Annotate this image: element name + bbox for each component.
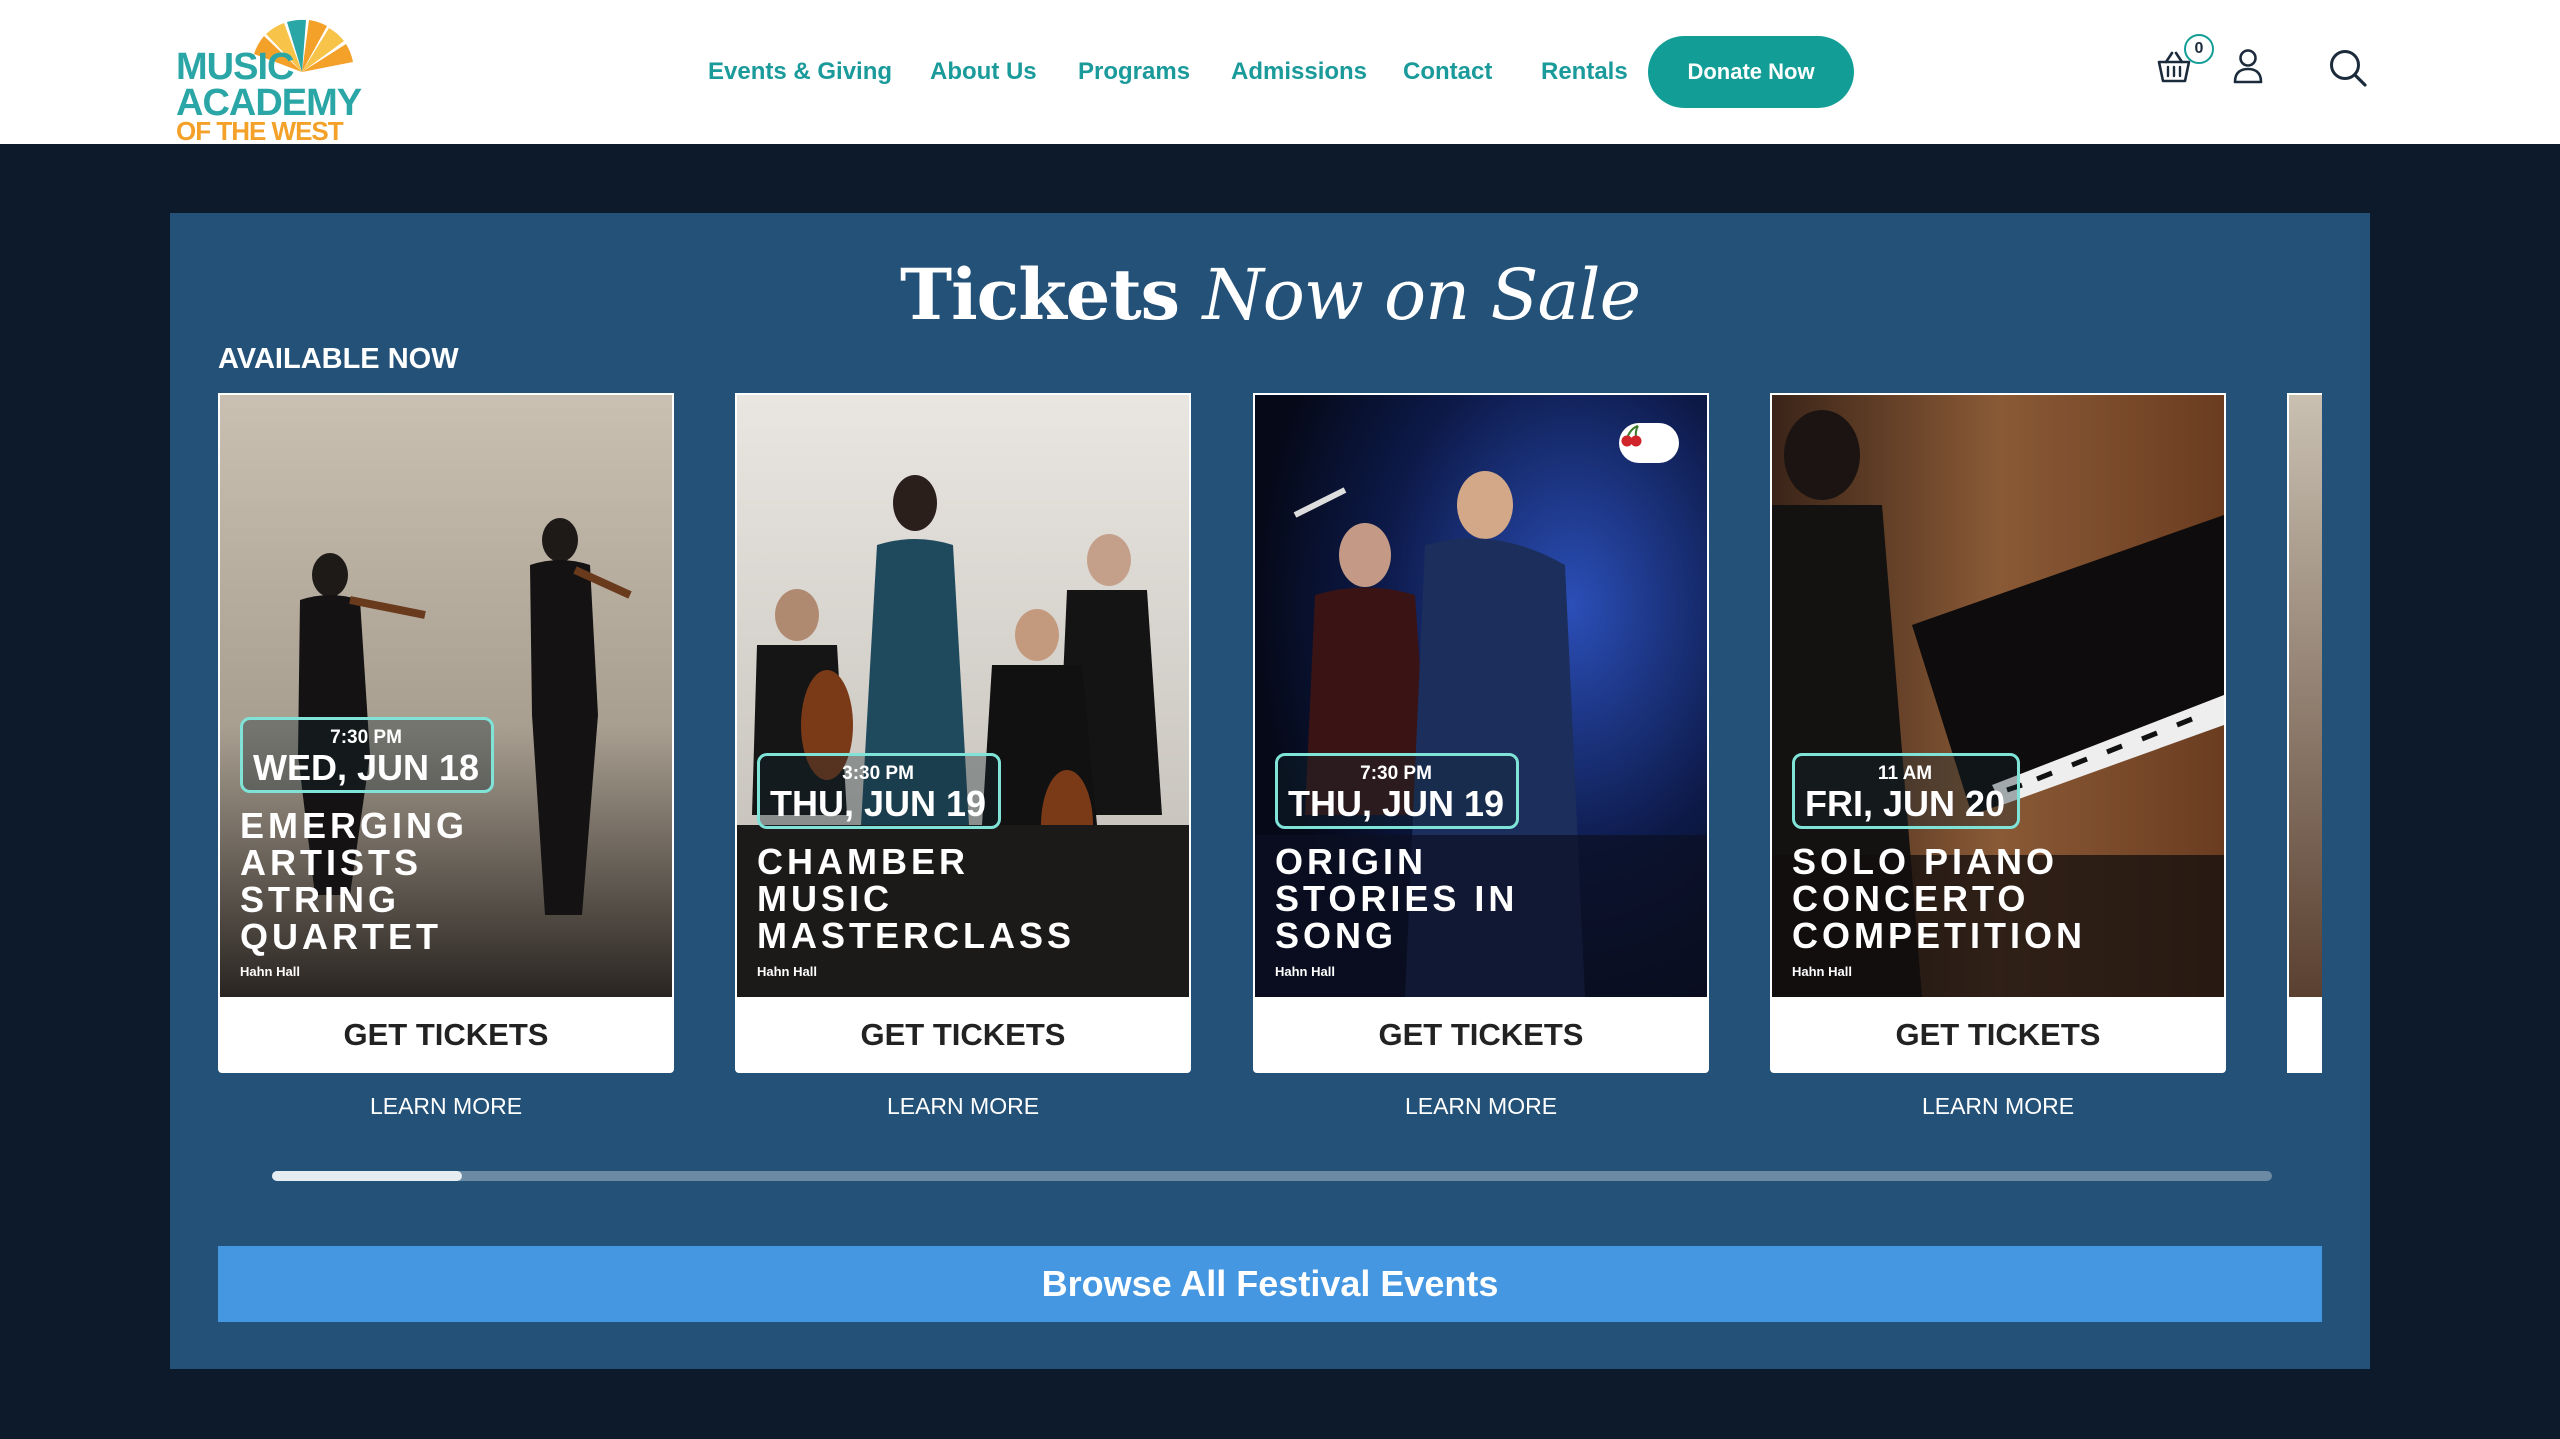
carousel-scroll-thumb[interactable] bbox=[272, 1171, 462, 1181]
event-day: WED, JUN 18 bbox=[253, 747, 480, 788]
event-venue: Hahn Hall bbox=[240, 964, 300, 979]
event-card: 7:30 PM WED, JUN 18 EMERGING ARTISTS STR… bbox=[218, 393, 674, 1119]
nav-about-us[interactable]: About Us bbox=[930, 52, 1037, 92]
event-image[interactable]: 11 AM FRI, JUN 20 SOLO PIANO CONCERTO CO… bbox=[1770, 393, 2226, 999]
event-image[interactable]: 7:30 PM WED, JUN 18 EMERGING ARTISTS STR… bbox=[218, 393, 674, 999]
event-image[interactable]: 7:30 PM THU, JUN 19 ORIGIN STORIES IN SO… bbox=[1253, 393, 1709, 999]
event-title: ORIGIN STORIES IN SONG bbox=[1275, 841, 1519, 956]
nav-admissions[interactable]: Admissions bbox=[1231, 52, 1367, 92]
get-tickets-button[interactable]: GET TICKETS bbox=[218, 997, 674, 1073]
learn-more-link[interactable]: LEARN MORE bbox=[1770, 1093, 2226, 1120]
available-now-label: AVAILABLE NOW bbox=[218, 343, 459, 375]
event-card: 11 AM FRI, JUN 20 SOLO PIANO CONCERTO CO… bbox=[1770, 393, 2226, 1119]
event-date-box: 7:30 PM WED, JUN 18 bbox=[240, 717, 495, 793]
browse-all-events-button[interactable]: Browse All Festival Events bbox=[218, 1246, 2322, 1322]
nav-contact[interactable]: Contact bbox=[1403, 52, 1492, 92]
tickets-panel: Tickets Now on Sale AVAILABLE NOW 7:30 P… bbox=[170, 213, 2370, 1369]
site-header: MUSIC ACADEMY OF THE WEST Events & Givin… bbox=[0, 0, 2560, 144]
get-tickets-button[interactable]: GET TICKETS bbox=[735, 997, 1191, 1073]
logo-text-of-the-west: OF THE WEST bbox=[176, 116, 344, 146]
event-day: THU, JUN 19 bbox=[770, 783, 987, 824]
event-venue: Hahn Hall bbox=[1275, 964, 1335, 979]
nav-rentals[interactable]: Rentals bbox=[1541, 52, 1628, 92]
event-date-box: 7:30 PM THU, JUN 19 bbox=[1275, 753, 1520, 829]
carousel-scrollbar[interactable] bbox=[272, 1171, 2272, 1181]
site-logo[interactable]: MUSIC ACADEMY OF THE WEST bbox=[172, 6, 372, 144]
event-card: 7:30 PM THU, JUN 19 ORIGIN STORIES IN SO… bbox=[1253, 393, 1709, 1119]
event-day: THU, JUN 19 bbox=[1288, 783, 1505, 824]
event-date-box: 11 AM FRI, JUN 20 bbox=[1792, 753, 2021, 829]
event-day: FRI, JUN 20 bbox=[1805, 783, 2006, 824]
section-title-italic: Now on Sale bbox=[1202, 254, 1641, 336]
event-venue: Hahn Hall bbox=[757, 964, 817, 979]
donate-now-button[interactable]: Donate Now bbox=[1648, 36, 1854, 108]
get-tickets-button[interactable]: GET TICKETS bbox=[1253, 997, 1709, 1073]
learn-more-link[interactable]: LEARN MORE bbox=[218, 1093, 674, 1120]
user-icon[interactable] bbox=[2232, 48, 2264, 84]
event-card-partial[interactable] bbox=[2287, 393, 2322, 1077]
cherry-icon bbox=[1619, 423, 1679, 463]
event-title: EMERGING ARTISTS STRING QUARTET bbox=[240, 805, 469, 957]
nav-programs[interactable]: Programs bbox=[1078, 52, 1190, 92]
event-card: 3:30 PM THU, JUN 19 CHAMBER MUSIC MASTER… bbox=[735, 393, 1191, 1119]
learn-more-link[interactable]: LEARN MORE bbox=[1253, 1093, 1709, 1120]
event-title: SOLO PIANO CONCERTO COMPETITION bbox=[1792, 841, 2086, 956]
cherry-icon-graphic bbox=[1621, 425, 1642, 447]
learn-more-link[interactable]: LEARN MORE bbox=[735, 1093, 1191, 1120]
event-date-box: 3:30 PM THU, JUN 19 bbox=[757, 753, 1002, 829]
event-title: CHAMBER MUSIC MASTERCLASS bbox=[757, 841, 1076, 956]
cart-count-badge: 0 bbox=[2184, 34, 2214, 64]
logo-text-music: MUSIC bbox=[176, 46, 294, 88]
section-title-plain: Tickets bbox=[899, 253, 1203, 336]
event-venue: Hahn Hall bbox=[1792, 964, 1852, 979]
event-image[interactable]: 3:30 PM THU, JUN 19 CHAMBER MUSIC MASTER… bbox=[735, 393, 1191, 999]
section-title: Tickets Now on Sale bbox=[170, 253, 2370, 336]
search-icon[interactable] bbox=[2328, 48, 2368, 88]
nav-events-giving[interactable]: Events & Giving bbox=[708, 52, 892, 92]
get-tickets-button[interactable]: GET TICKETS bbox=[1770, 997, 2226, 1073]
